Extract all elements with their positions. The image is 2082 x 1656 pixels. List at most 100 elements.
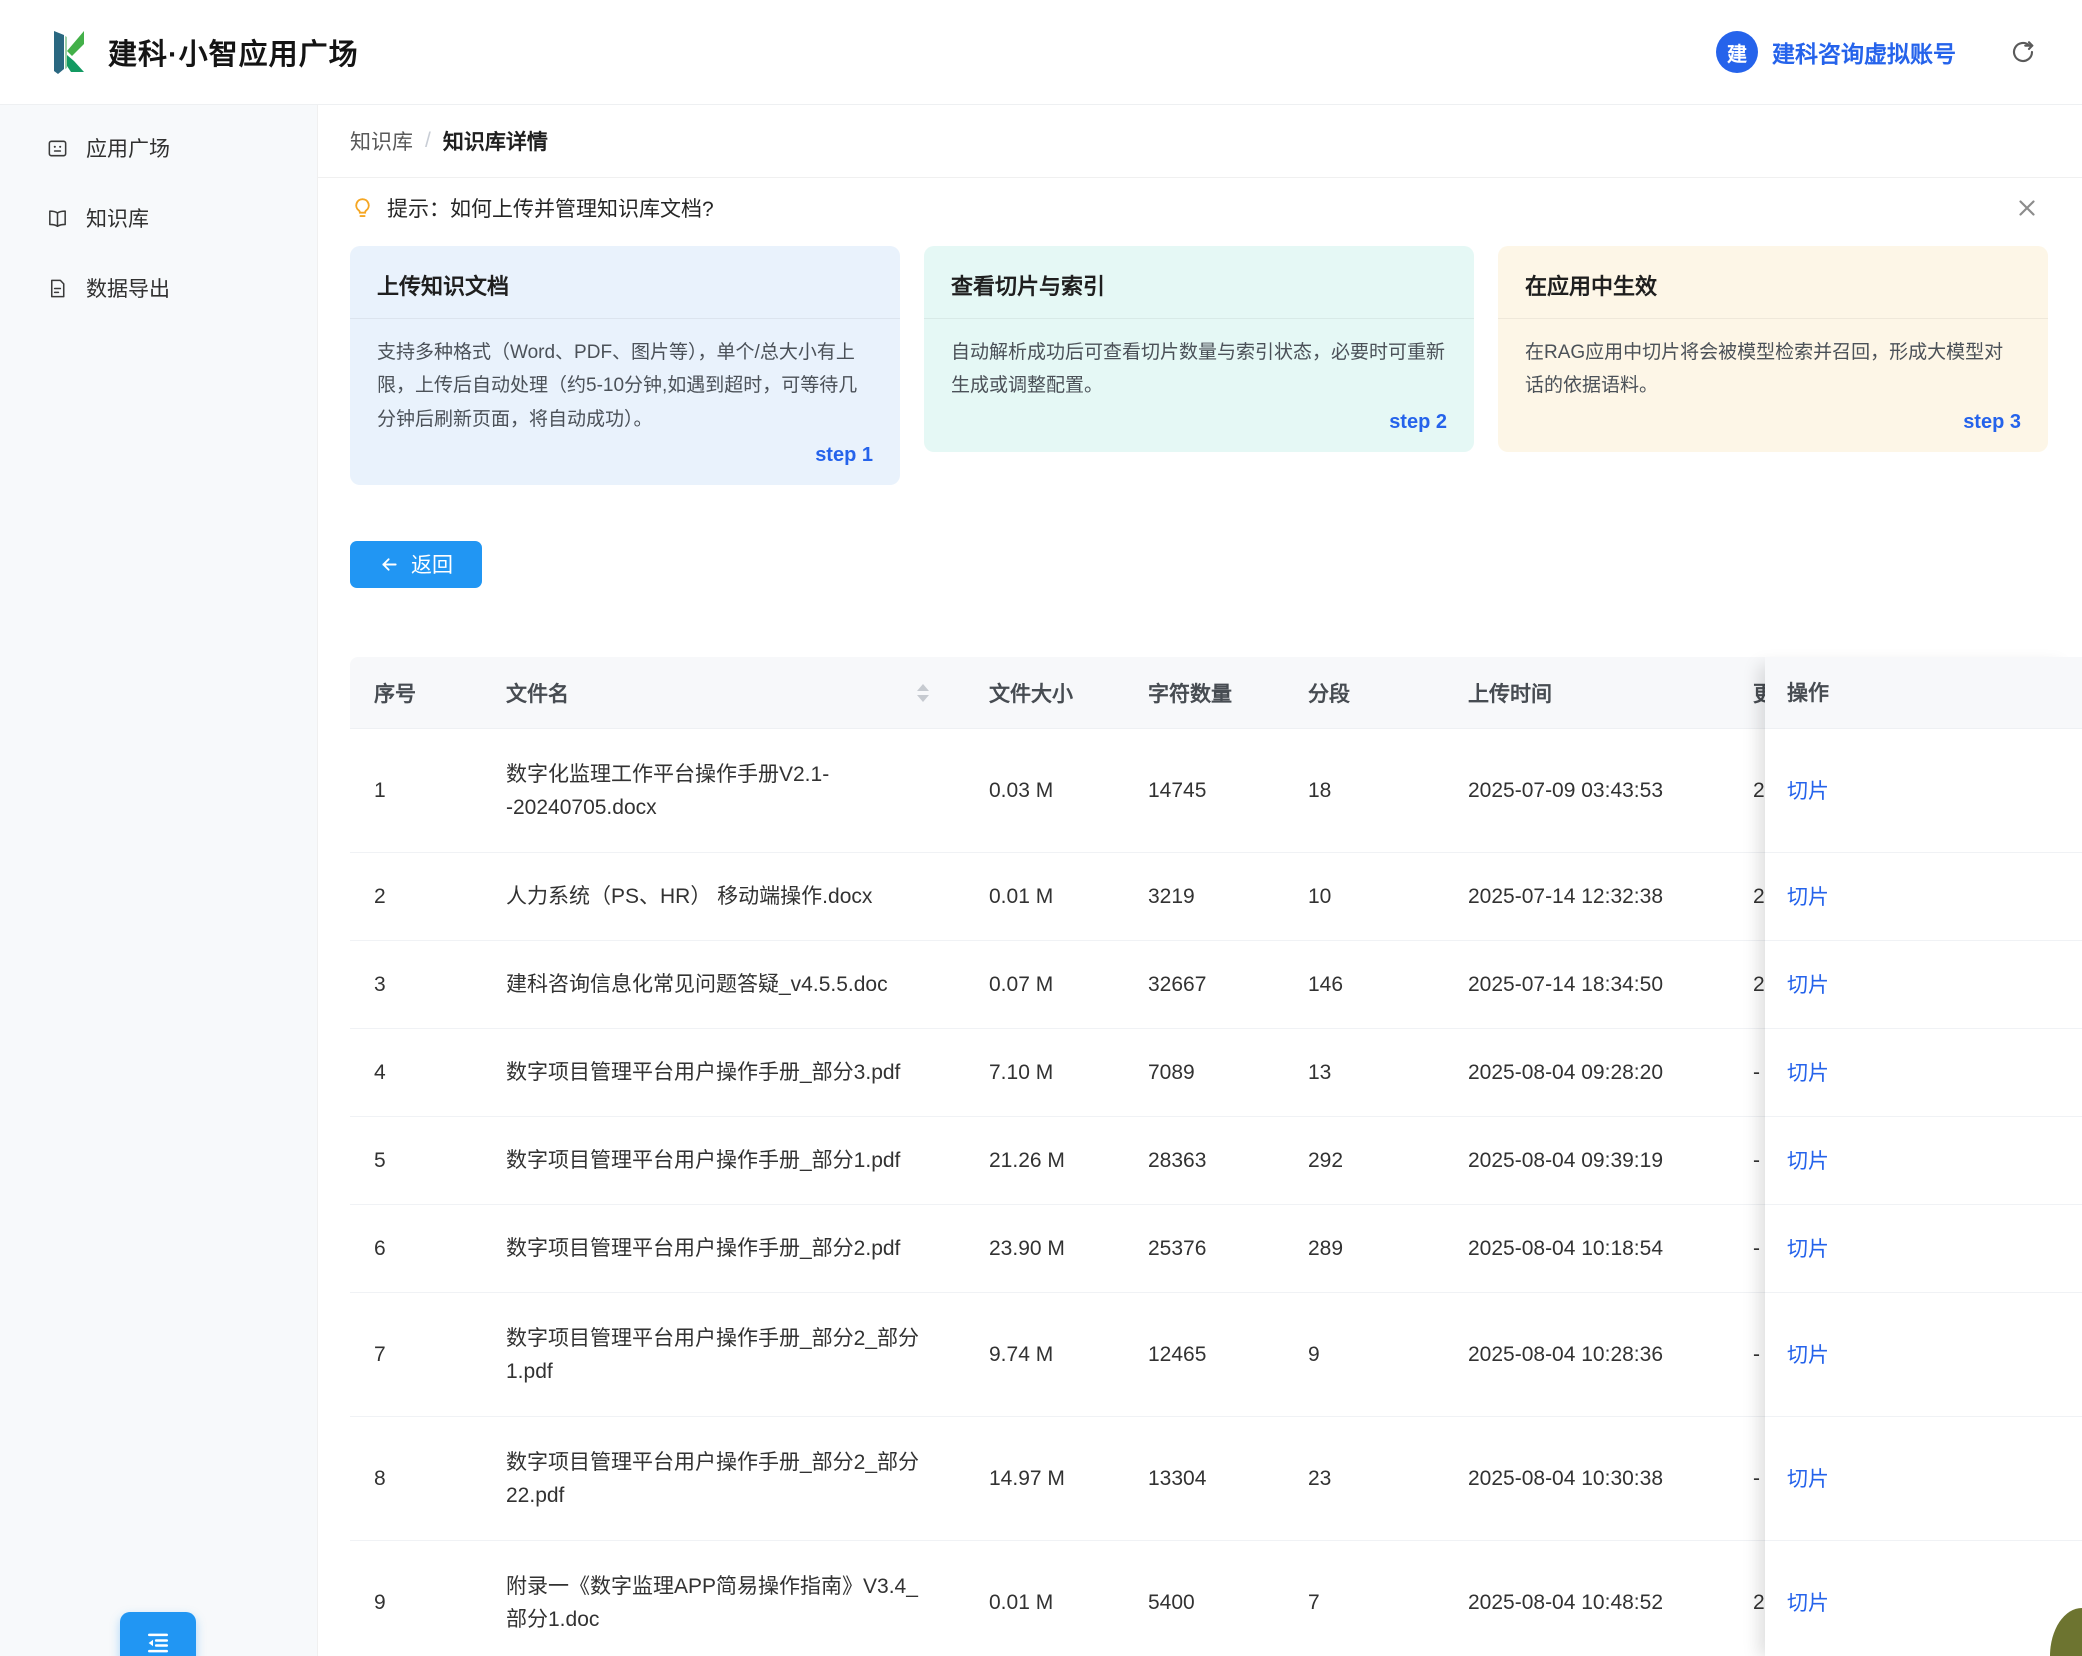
step-label: step 2 bbox=[924, 409, 1474, 452]
sidebar-item-label: 数据导出 bbox=[86, 273, 170, 303]
file-size: 0.01 M bbox=[965, 1541, 1124, 1656]
sidebar-item-app-plaza[interactable]: 应用广场 bbox=[0, 119, 317, 177]
file-name: 数字项目管理平台用户操作手册_部分1.pdf bbox=[482, 1117, 965, 1205]
upload-time: 2025-08-04 10:48:52 bbox=[1444, 1541, 1729, 1656]
file-size: 0.07 M bbox=[965, 941, 1124, 1029]
sidebar-item-label: 应用广场 bbox=[86, 133, 170, 163]
app-window: 建科·小智应用广场 建 建科咨询虚拟账号 应用广场 bbox=[0, 0, 2082, 1656]
char-count: 25376 bbox=[1124, 1205, 1284, 1293]
column-header-filesize: 文件大小 bbox=[965, 657, 1124, 729]
logout-icon[interactable] bbox=[2008, 37, 2038, 67]
upload-time: 2025-08-04 10:28:36 bbox=[1444, 1293, 1729, 1417]
char-count: 3219 bbox=[1124, 853, 1284, 941]
action-cell: 切片 bbox=[1765, 1029, 2082, 1117]
close-icon[interactable] bbox=[2014, 195, 2040, 221]
user-avatar[interactable]: 建 bbox=[1716, 31, 1758, 73]
step-card-title: 上传知识文档 bbox=[350, 246, 900, 319]
data-export-icon bbox=[46, 277, 69, 300]
char-count: 13304 bbox=[1124, 1417, 1284, 1541]
action-cell: 切片 bbox=[1765, 1541, 2082, 1656]
fixed-action-column: 操作 切片切片切片切片切片切片切片切片切片 bbox=[1765, 657, 2082, 1656]
slice-action-link[interactable]: 切片 bbox=[1787, 1233, 1829, 1263]
file-size: 0.03 M bbox=[965, 729, 1124, 853]
column-header-charcount: 字符数量 bbox=[1124, 657, 1284, 729]
back-button[interactable]: 返回 bbox=[350, 541, 482, 588]
file-name: 数字化监理工作平台操作手册V2.1--20240705.docx bbox=[482, 729, 965, 853]
tip-banner: 提示：如何上传并管理知识库文档? bbox=[318, 178, 2082, 238]
upload-time: 2025-08-04 10:30:38 bbox=[1444, 1417, 1729, 1541]
file-size: 14.97 M bbox=[965, 1417, 1124, 1541]
segment-count: 7 bbox=[1284, 1541, 1444, 1656]
char-count: 12465 bbox=[1124, 1293, 1284, 1417]
segment-count: 289 bbox=[1284, 1205, 1444, 1293]
file-name: 数字项目管理平台用户操作手册_部分2_部分1.pdf bbox=[482, 1293, 965, 1417]
step-card-title: 在应用中生效 bbox=[1498, 246, 2048, 319]
action-cell: 切片 bbox=[1765, 1417, 2082, 1541]
upload-time: 2025-08-04 09:28:20 bbox=[1444, 1029, 1729, 1117]
user-name[interactable]: 建科咨询虚拟账号 bbox=[1772, 35, 1956, 69]
step-card-body: 在RAG应用中切片将会被模型检索并召回，形成大模型对话的依据语料。 bbox=[1498, 319, 2048, 409]
row-index: 8 bbox=[350, 1417, 482, 1541]
row-index: 9 bbox=[350, 1541, 482, 1656]
sidebar-item-label: 知识库 bbox=[86, 203, 149, 233]
slice-action-link[interactable]: 切片 bbox=[1787, 1587, 1829, 1617]
step-card-upload: 上传知识文档 支持多种格式（Word、PDF、图片等），单个/总大小有上限，上传… bbox=[350, 246, 900, 485]
segment-count: 146 bbox=[1284, 941, 1444, 1029]
upload-time: 2025-07-14 18:34:50 bbox=[1444, 941, 1729, 1029]
action-cell: 切片 bbox=[1765, 1117, 2082, 1205]
char-count: 5400 bbox=[1124, 1541, 1284, 1656]
app-header: 建科·小智应用广场 建 建科咨询虚拟账号 bbox=[0, 0, 2082, 105]
sidebar: 应用广场 知识库 数据导出 bbox=[0, 105, 318, 1656]
row-index: 5 bbox=[350, 1117, 482, 1205]
action-cell: 切片 bbox=[1765, 1293, 2082, 1417]
step-card-title: 查看切片与索引 bbox=[924, 246, 1474, 319]
char-count: 14745 bbox=[1124, 729, 1284, 853]
char-count: 7089 bbox=[1124, 1029, 1284, 1117]
account-area: 建 建科咨询虚拟账号 bbox=[1716, 31, 2038, 73]
upload-time: 2025-07-14 12:32:38 bbox=[1444, 853, 1729, 941]
sidebar-collapse-button[interactable] bbox=[120, 1612, 196, 1656]
slice-action-link[interactable]: 切片 bbox=[1787, 775, 1829, 805]
slice-action-link[interactable]: 切片 bbox=[1787, 881, 1829, 911]
file-name: 建科咨询信息化常见问题答疑_v4.5.5.doc bbox=[482, 941, 965, 1029]
slice-action-link[interactable]: 切片 bbox=[1787, 969, 1829, 999]
column-header-segments: 分段 bbox=[1284, 657, 1444, 729]
slice-action-link[interactable]: 切片 bbox=[1787, 1463, 1829, 1493]
upload-time: 2025-08-04 09:39:19 bbox=[1444, 1117, 1729, 1205]
action-cell: 切片 bbox=[1765, 853, 2082, 941]
app-plaza-icon bbox=[46, 137, 69, 160]
step-card-body: 自动解析成功后可查看切片数量与索引状态，必要时可重新生成或调整配置。 bbox=[924, 319, 1474, 409]
segment-count: 18 bbox=[1284, 729, 1444, 853]
arrow-left-icon bbox=[379, 554, 400, 575]
step-card-apply: 在应用中生效 在RAG应用中切片将会被模型检索并召回，形成大模型对话的依据语料。… bbox=[1498, 246, 2048, 452]
step-card-body: 支持多种格式（Word、PDF、图片等），单个/总大小有上限，上传后自动处理（约… bbox=[350, 319, 900, 442]
slice-action-link[interactable]: 切片 bbox=[1787, 1339, 1829, 1369]
lightbulb-icon bbox=[350, 196, 375, 221]
char-count: 32667 bbox=[1124, 941, 1284, 1029]
slice-action-link[interactable]: 切片 bbox=[1787, 1145, 1829, 1175]
main-content: 知识库 / 知识库详情 提示：如何上传并管理知识库文档? 上传知识文档 支持多种… bbox=[318, 105, 2082, 1656]
documents-table: 序号 文件名 文件大小 字符数量 分段 上传时间 更 bbox=[350, 657, 2082, 1656]
breadcrumb-parent[interactable]: 知识库 bbox=[350, 126, 413, 156]
file-name: 附录一《数字监理APP简易操作指南》V3.4_部分1.doc bbox=[482, 1541, 965, 1656]
column-header-filename[interactable]: 文件名 bbox=[482, 657, 965, 729]
row-index: 1 bbox=[350, 729, 482, 853]
back-button-label: 返回 bbox=[411, 549, 453, 579]
row-index: 6 bbox=[350, 1205, 482, 1293]
action-cell: 切片 bbox=[1765, 941, 2082, 1029]
slice-action-link[interactable]: 切片 bbox=[1787, 1057, 1829, 1087]
sidebar-item-data-export[interactable]: 数据导出 bbox=[0, 259, 317, 317]
char-count: 28363 bbox=[1124, 1117, 1284, 1205]
sidebar-item-knowledge-base[interactable]: 知识库 bbox=[0, 189, 317, 247]
column-header-index: 序号 bbox=[350, 657, 482, 729]
column-header-action: 操作 bbox=[1765, 657, 2082, 729]
segment-count: 9 bbox=[1284, 1293, 1444, 1417]
tip-text: 提示：如何上传并管理知识库文档? bbox=[387, 193, 714, 223]
sort-icon[interactable] bbox=[917, 684, 929, 702]
row-index: 7 bbox=[350, 1293, 482, 1417]
column-header-uploadtime: 上传时间 bbox=[1444, 657, 1729, 729]
row-index: 3 bbox=[350, 941, 482, 1029]
app-title: 建科·小智应用广场 bbox=[108, 31, 359, 73]
segment-count: 13 bbox=[1284, 1029, 1444, 1117]
upload-time: 2025-08-04 10:18:54 bbox=[1444, 1205, 1729, 1293]
